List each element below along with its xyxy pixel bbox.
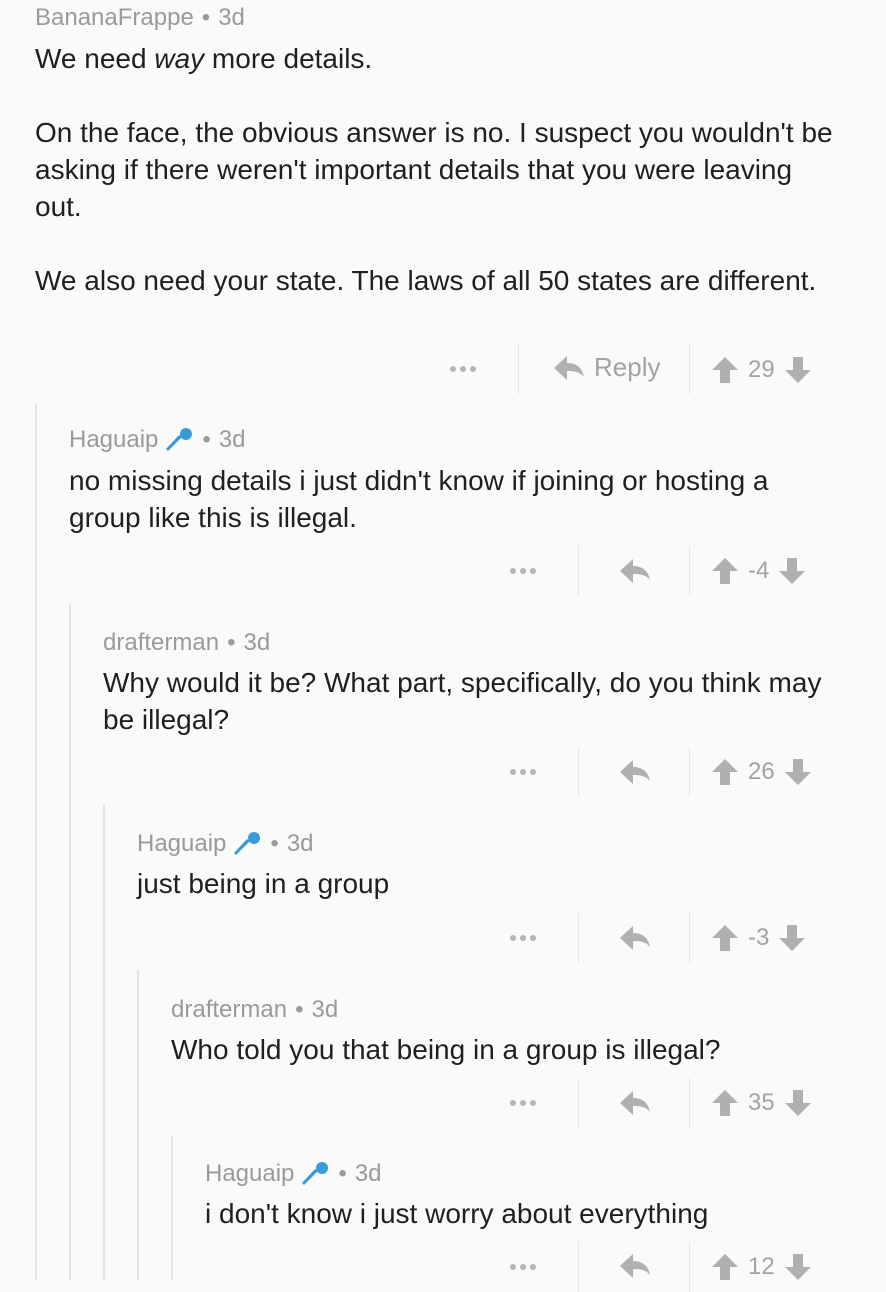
author-name[interactable]: drafterman bbox=[103, 629, 219, 657]
reply-button[interactable] bbox=[620, 925, 650, 951]
score: 12 bbox=[748, 1253, 775, 1280]
comment-age: 3d bbox=[311, 996, 339, 1023]
reply-button[interactable]: Reply bbox=[554, 352, 660, 383]
more-dots-icon[interactable] bbox=[510, 1262, 536, 1272]
comment-meta: BananaFrappe • 3d bbox=[35, 4, 245, 32]
downvote-arrow-icon[interactable] bbox=[779, 925, 806, 951]
comment-age: 3d bbox=[218, 426, 246, 453]
author-name[interactable]: Haguaip bbox=[69, 426, 158, 454]
comment-paragraph: On the face, the obvious answer is no. I… bbox=[35, 117, 833, 222]
comment-body: i don't know i just worry about everythi… bbox=[205, 1198, 709, 1229]
comment-meta: Haguaip • 3d bbox=[205, 1160, 382, 1188]
more-dots-icon[interactable] bbox=[510, 767, 536, 777]
reply-label: Reply bbox=[594, 352, 661, 382]
comment-body: Why would it be? What part, specifically… bbox=[103, 667, 822, 735]
meta-separator: • bbox=[338, 1160, 347, 1187]
meta-separator: • bbox=[227, 629, 236, 656]
comment-meta: drafterman • 3d bbox=[171, 996, 338, 1024]
comment-paragraph: We need way more details. bbox=[35, 40, 846, 77]
meta-separator: • bbox=[295, 996, 304, 1023]
reply-arrow-icon bbox=[620, 1090, 650, 1116]
score: -4 bbox=[748, 557, 770, 584]
downvote-arrow-icon[interactable] bbox=[784, 759, 811, 785]
more-dots-icon[interactable] bbox=[510, 1098, 536, 1108]
meta-separator: • bbox=[270, 830, 279, 857]
microphone-icon bbox=[164, 427, 194, 453]
reply-button[interactable] bbox=[620, 1253, 650, 1279]
divider bbox=[578, 747, 579, 797]
reply-button[interactable] bbox=[620, 558, 650, 584]
author-name[interactable]: BananaFrappe bbox=[35, 4, 194, 32]
score: 26 bbox=[748, 758, 775, 785]
divider bbox=[689, 1078, 690, 1128]
vote-controls: -3 bbox=[712, 924, 806, 952]
text-run: more details. bbox=[204, 43, 373, 74]
divider bbox=[689, 747, 690, 797]
thread-line-1 bbox=[35, 404, 37, 1280]
score: 29 bbox=[748, 356, 775, 383]
comment-age: 3d bbox=[218, 4, 245, 31]
emphasis-text: way bbox=[154, 43, 205, 74]
divider bbox=[518, 344, 519, 394]
comment-meta: Haguaip • 3d bbox=[137, 830, 314, 858]
reply-arrow-icon bbox=[620, 558, 650, 584]
vote-controls: -4 bbox=[712, 557, 806, 585]
downvote-arrow-icon[interactable] bbox=[784, 1090, 811, 1116]
thread-line-4 bbox=[137, 970, 139, 1280]
reply-arrow-icon bbox=[620, 925, 650, 951]
divider bbox=[578, 913, 579, 963]
divider bbox=[578, 1242, 579, 1292]
divider bbox=[578, 1078, 579, 1128]
more-dots-icon[interactable] bbox=[510, 566, 536, 576]
comment-body: just being in a group bbox=[137, 868, 390, 899]
divider bbox=[689, 546, 690, 596]
downvote-arrow-icon[interactable] bbox=[784, 1254, 811, 1280]
downvote-arrow-icon[interactable] bbox=[779, 558, 806, 584]
microphone-icon bbox=[232, 831, 262, 857]
comment-age: 3d bbox=[286, 830, 314, 857]
score: -3 bbox=[748, 924, 770, 951]
vote-controls: 35 bbox=[712, 1089, 811, 1117]
reply-button[interactable] bbox=[620, 759, 650, 785]
upvote-arrow-icon[interactable] bbox=[712, 558, 738, 584]
upvote-arrow-icon[interactable] bbox=[712, 925, 738, 951]
more-dots-icon[interactable] bbox=[510, 933, 536, 943]
reply-button[interactable] bbox=[620, 1090, 650, 1116]
vote-controls: 12 bbox=[712, 1253, 811, 1281]
thread-line-3 bbox=[103, 804, 105, 1280]
meta-separator: • bbox=[201, 4, 211, 31]
meta-separator: • bbox=[202, 426, 211, 453]
vote-controls: 26 bbox=[712, 758, 811, 786]
author-name[interactable]: Haguaip bbox=[137, 830, 226, 858]
author-name[interactable]: Haguaip bbox=[205, 1160, 294, 1188]
author-name[interactable]: drafterman bbox=[171, 996, 287, 1024]
comment-meta: drafterman • 3d bbox=[103, 629, 270, 657]
microphone-icon bbox=[300, 1161, 330, 1187]
more-dots-icon[interactable] bbox=[450, 364, 476, 374]
vote-controls: 29 bbox=[712, 356, 811, 384]
comment-age: 3d bbox=[354, 1160, 382, 1187]
upvote-arrow-icon[interactable] bbox=[712, 1090, 738, 1116]
upvote-arrow-icon[interactable] bbox=[712, 1254, 738, 1280]
reply-arrow-icon bbox=[620, 1253, 650, 1279]
score: 35 bbox=[748, 1089, 775, 1116]
comment-paragraph: We also need your state. The laws of all… bbox=[35, 265, 817, 296]
divider bbox=[689, 344, 690, 394]
thread-line-5 bbox=[171, 1136, 173, 1280]
text-run: We need bbox=[35, 43, 155, 74]
comment-body: no missing details i just didn't know if… bbox=[69, 465, 769, 533]
comment-body: Who told you that being in a group is il… bbox=[171, 1034, 721, 1065]
thread-line-2 bbox=[69, 603, 71, 1280]
upvote-arrow-icon[interactable] bbox=[712, 759, 738, 785]
comment-age: 3d bbox=[243, 629, 271, 656]
divider bbox=[689, 1242, 690, 1292]
comment-meta: Haguaip • 3d bbox=[69, 426, 246, 454]
reply-arrow-icon bbox=[620, 759, 650, 785]
divider bbox=[689, 913, 690, 963]
downvote-arrow-icon[interactable] bbox=[784, 357, 811, 383]
upvote-arrow-icon[interactable] bbox=[712, 357, 738, 383]
divider bbox=[578, 546, 579, 596]
reply-arrow-icon bbox=[554, 355, 584, 381]
comment-body: We need way more details. On the face, t… bbox=[35, 40, 846, 299]
